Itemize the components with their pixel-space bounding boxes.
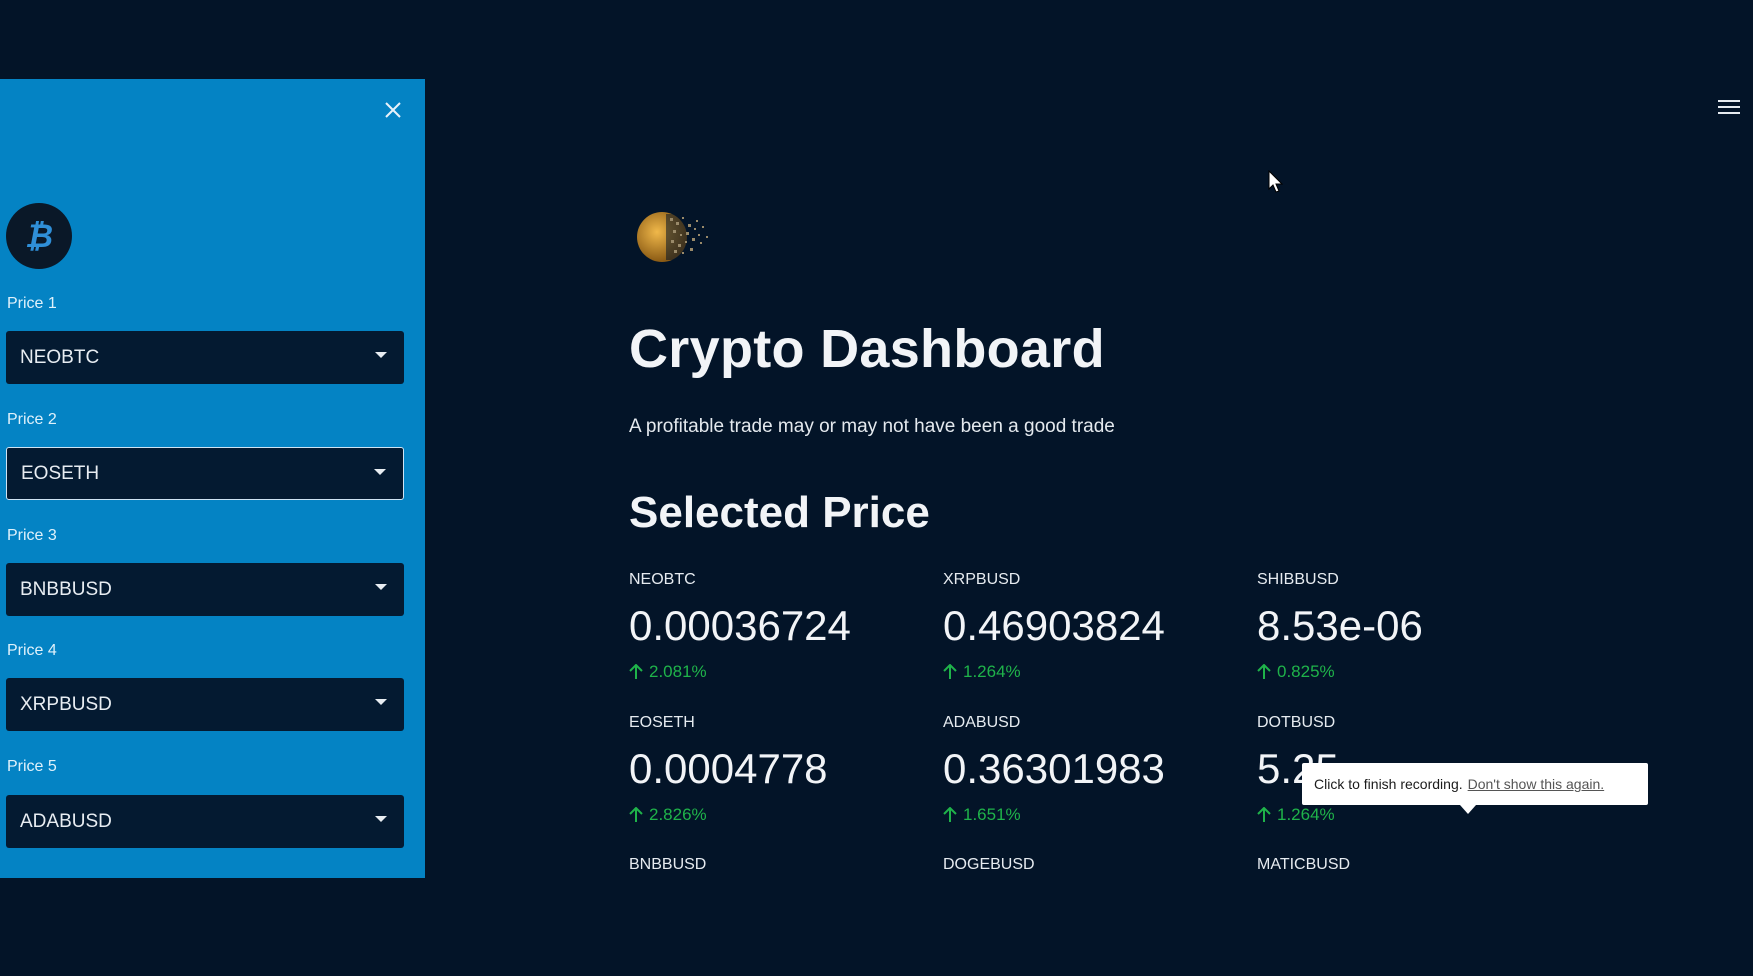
price-1-select[interactable]: NEOBTC bbox=[6, 331, 404, 384]
metric-change: 2.826% bbox=[649, 805, 707, 824]
metric-delta: 2.081% bbox=[629, 661, 929, 683]
chevron-down-icon bbox=[375, 584, 387, 590]
price-4-value: XRPBUSD bbox=[20, 693, 112, 715]
price-3-value: BNBBUSD bbox=[20, 578, 112, 600]
metric-price: 0.46903824 bbox=[943, 602, 1165, 649]
arrow-up-icon bbox=[943, 807, 957, 822]
metric-symbol: DOTBUSD bbox=[1257, 714, 1336, 731]
price-5-select[interactable]: ADABUSD bbox=[6, 795, 404, 848]
chevron-down-icon bbox=[375, 699, 387, 705]
tooltip-text: Click to finish recording. bbox=[1314, 776, 1463, 792]
metric-card: NEOBTC 0.00036724 2.081% bbox=[629, 569, 929, 683]
metric-change: 1.264% bbox=[963, 662, 1021, 681]
metric-symbol: EOSETH bbox=[629, 714, 695, 731]
metric-change: 2.081% bbox=[649, 662, 707, 681]
metric-card: EOSETH 0.0004778 2.826% bbox=[629, 712, 929, 826]
metric-change: 1.264% bbox=[1277, 805, 1335, 824]
price-4-select[interactable]: XRPBUSD bbox=[6, 678, 404, 731]
metric-price: 0.0004778 bbox=[629, 745, 828, 792]
app-window: ₿ Price 1 NEOBTC Price 2 EOSETH Price 3 … bbox=[0, 0, 1753, 976]
chevron-down-icon bbox=[374, 469, 386, 475]
page-subtitle: A profitable trade may or may not have b… bbox=[629, 416, 1115, 437]
dont-show-again-link[interactable]: Don't show this again. bbox=[1468, 776, 1605, 792]
metric-symbol: MATICBUSD bbox=[1257, 856, 1351, 873]
metric-change: 1.651% bbox=[963, 805, 1021, 824]
mouse-pointer-icon bbox=[1268, 169, 1284, 199]
svg-text:₿: ₿ bbox=[25, 217, 53, 255]
price-3-label: Price 3 bbox=[7, 527, 57, 544]
metric-delta: 0.825% bbox=[1257, 661, 1557, 683]
section-title: Selected Price bbox=[629, 488, 930, 537]
metric-card: DOGEBUSD bbox=[943, 854, 1243, 876]
metric-price: 0.00036724 bbox=[629, 602, 851, 649]
arrow-up-icon bbox=[629, 664, 643, 679]
price-3-select[interactable]: BNBBUSD bbox=[6, 563, 404, 616]
arrow-up-icon bbox=[1257, 664, 1271, 679]
metric-card: BNBBUSD bbox=[629, 854, 929, 876]
metric-symbol: XRPBUSD bbox=[943, 571, 1021, 588]
close-icon[interactable] bbox=[380, 97, 406, 123]
price-5-label: Price 5 bbox=[7, 758, 57, 775]
metric-delta: 1.651% bbox=[943, 804, 1243, 826]
sidebar: ₿ Price 1 NEOBTC Price 2 EOSETH Price 3 … bbox=[0, 79, 425, 878]
metric-card: XRPBUSD 0.46903824 1.264% bbox=[943, 569, 1243, 683]
metric-delta: 1.264% bbox=[943, 661, 1243, 683]
metric-symbol: ADABUSD bbox=[943, 714, 1021, 731]
metric-symbol: NEOBTC bbox=[629, 571, 696, 588]
metric-symbol: SHIBBUSD bbox=[1257, 571, 1339, 588]
arrow-up-icon bbox=[1257, 807, 1271, 822]
tooltip-arrow bbox=[1460, 805, 1476, 814]
metric-price: 0.36301983 bbox=[943, 745, 1165, 792]
chevron-down-icon bbox=[375, 352, 387, 358]
metric-delta: 2.826% bbox=[629, 804, 929, 826]
price-5-value: ADABUSD bbox=[20, 810, 112, 832]
page-title: Crypto Dashboard bbox=[629, 319, 1105, 379]
metric-symbol: BNBBUSD bbox=[629, 856, 707, 873]
arrow-up-icon bbox=[943, 664, 957, 679]
price-1-value: NEOBTC bbox=[20, 346, 100, 368]
price-2-value: EOSETH bbox=[21, 462, 100, 484]
price-1-label: Price 1 bbox=[7, 295, 57, 312]
metric-price: 8.53e-06 bbox=[1257, 602, 1423, 649]
metric-card: MATICBUSD bbox=[1257, 854, 1557, 876]
chevron-down-icon bbox=[375, 816, 387, 822]
price-2-select[interactable]: EOSETH bbox=[6, 447, 404, 500]
metric-card: ADABUSD 0.36301983 1.651% bbox=[943, 712, 1243, 826]
price-2-label: Price 2 bbox=[7, 411, 57, 428]
crypto-coin-image bbox=[636, 208, 736, 266]
price-4-label: Price 4 bbox=[7, 642, 57, 659]
metric-delta: 1.264% bbox=[1257, 804, 1557, 826]
arrow-up-icon bbox=[629, 807, 643, 822]
bitcoin-logo-icon: ₿ bbox=[6, 203, 72, 269]
recording-tooltip[interactable]: Click to finish recording. Don't show th… bbox=[1302, 763, 1648, 814]
hamburger-menu-icon[interactable] bbox=[1718, 98, 1740, 116]
metric-change: 0.825% bbox=[1277, 662, 1335, 681]
metric-card: SHIBBUSD 8.53e-06 0.825% bbox=[1257, 569, 1557, 683]
metric-symbol: DOGEBUSD bbox=[943, 856, 1035, 873]
